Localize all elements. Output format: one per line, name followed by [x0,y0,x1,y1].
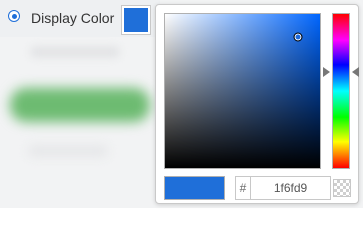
display-color-label: Display Color [31,10,115,26]
blurred-text [28,145,108,157]
blurred-text [30,46,120,58]
triangle-pointer-icon[interactable] [352,67,359,78]
hex-field[interactable]: # [235,176,331,200]
hue-slider[interactable] [332,13,350,169]
saturation-value-handle[interactable] [293,32,303,42]
checkerboard-transparent-icon[interactable] [333,179,351,197]
radio-selected-icon[interactable] [8,10,20,22]
color-swatch-fill [124,8,148,32]
hex-hash-label: # [236,177,251,199]
color-preview [164,176,225,200]
blurred-button [10,88,150,122]
triangle-pointer-icon[interactable] [323,67,330,78]
display-color-row: Display Color [0,0,160,37]
saturation-value-area[interactable] [164,13,321,169]
color-swatch-button[interactable] [121,5,151,35]
color-picker-popover: # [155,4,359,204]
hex-input[interactable] [251,177,330,199]
